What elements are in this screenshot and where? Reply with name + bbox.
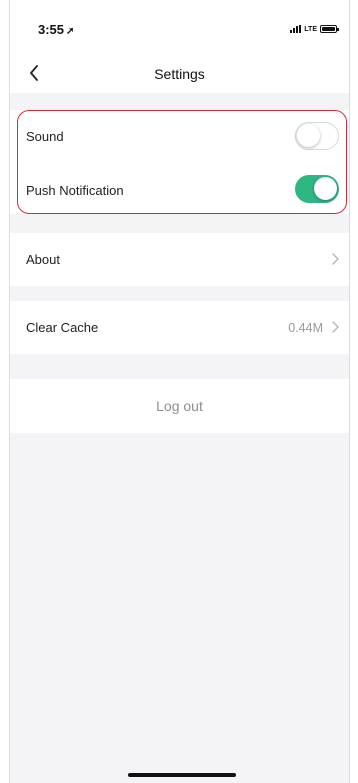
clear-cache-label: Clear Cache bbox=[26, 320, 99, 335]
network-type: LTE bbox=[304, 25, 317, 33]
battery-icon bbox=[320, 25, 339, 33]
logout-label: Log out bbox=[156, 398, 203, 414]
time-text: 3:55 bbox=[38, 22, 65, 37]
toggle-knob bbox=[314, 177, 337, 200]
status-bar: 3:55 ➚ LTE bbox=[10, 0, 349, 58]
push-notification-row: Push Notification bbox=[10, 162, 349, 214]
notifications-group: Sound Push Notification bbox=[10, 110, 349, 214]
toggle-knob bbox=[297, 124, 320, 147]
chevron-right-icon bbox=[329, 319, 341, 335]
status-time: 3:55 ➚ bbox=[38, 22, 74, 37]
signal-icon bbox=[290, 25, 302, 33]
logout-button[interactable]: Log out bbox=[10, 379, 349, 433]
navigation-bar: Settings bbox=[10, 58, 349, 93]
home-indicator bbox=[128, 773, 236, 777]
phone-screen: 3:55 ➚ LTE Settings Sound Push Notificat… bbox=[9, 0, 350, 783]
sound-label: Sound bbox=[26, 129, 64, 144]
push-notification-label: Push Notification bbox=[26, 183, 124, 198]
status-indicators: LTE bbox=[290, 24, 339, 34]
sound-row: Sound bbox=[10, 110, 349, 162]
sound-toggle[interactable] bbox=[295, 122, 339, 150]
push-notification-toggle[interactable] bbox=[295, 175, 339, 203]
clear-cache-row[interactable]: Clear Cache 0.44M bbox=[10, 301, 349, 354]
page-title: Settings bbox=[154, 66, 205, 82]
about-label: About bbox=[26, 252, 60, 267]
location-arrow-icon: ➚ bbox=[66, 26, 75, 37]
about-row[interactable]: About bbox=[10, 233, 349, 286]
cache-size-value: 0.44M bbox=[288, 321, 323, 335]
chevron-right-icon bbox=[329, 251, 341, 267]
